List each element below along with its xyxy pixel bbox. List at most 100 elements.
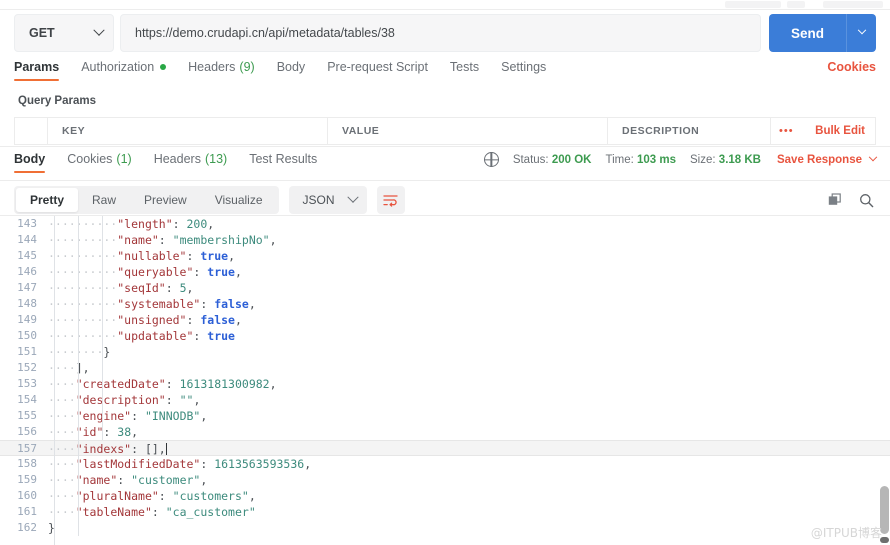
code-line: 155 ····"engine": "INNODB", bbox=[0, 408, 890, 424]
response-body-viewer[interactable]: 143 ··········"length": 200, 144 ··········… bbox=[0, 216, 890, 545]
code-line: 148 ··········"systemable": false, bbox=[0, 296, 890, 312]
request-url-text: https://demo.crudapi.cn/api/metadata/tab… bbox=[135, 26, 395, 40]
save-response-button[interactable]: Save Response bbox=[777, 152, 878, 166]
tab-params[interactable]: Params bbox=[14, 60, 60, 81]
json-token: "customer" bbox=[131, 473, 201, 487]
size-value: 3.18 KB bbox=[718, 153, 761, 166]
param-key-column-header: KEY bbox=[48, 118, 328, 144]
indent-whitespace: ···· bbox=[48, 489, 76, 503]
json-token: false bbox=[214, 297, 249, 311]
tab-tests[interactable]: Tests bbox=[450, 60, 479, 81]
word-wrap-button[interactable] bbox=[376, 186, 405, 214]
json-token: , bbox=[186, 281, 194, 295]
json-token: 5 bbox=[179, 281, 187, 295]
format-tab-pretty[interactable]: Pretty bbox=[16, 188, 79, 212]
request-url-input[interactable]: https://demo.crudapi.cn/api/metadata/tab… bbox=[120, 14, 761, 52]
line-number: 149 bbox=[17, 313, 37, 326]
line-number: 146 bbox=[17, 265, 37, 278]
tab-label: Authorization bbox=[81, 60, 155, 74]
text-cursor bbox=[165, 443, 167, 455]
indent-whitespace: ···· bbox=[48, 393, 76, 407]
format-tab-visualize[interactable]: Visualize bbox=[201, 188, 277, 212]
response-tab-body[interactable]: Body bbox=[14, 152, 46, 173]
line-content: ··········"unsigned": false, bbox=[46, 312, 890, 328]
request-url-row: GET https://demo.crudapi.cn/api/metadata… bbox=[14, 14, 876, 52]
json-token: "updatable" bbox=[117, 329, 194, 343]
param-select-all-cell[interactable] bbox=[15, 118, 48, 144]
search-button[interactable] bbox=[859, 193, 874, 208]
query-params-label: Query Params bbox=[18, 95, 96, 107]
response-language-select[interactable]: JSON bbox=[288, 186, 367, 214]
cookies-link[interactable]: Cookies bbox=[827, 60, 876, 74]
send-options-button[interactable] bbox=[846, 14, 876, 52]
json-token: : bbox=[186, 249, 201, 263]
format-tab-preview[interactable]: Preview bbox=[130, 188, 201, 212]
time-item: Time: 103 ms bbox=[605, 154, 676, 166]
search-icon bbox=[860, 193, 874, 207]
json-token: "queryable" bbox=[117, 265, 194, 279]
json-token: true bbox=[200, 249, 229, 263]
line-content: ··········"name": "membershipNo", bbox=[46, 232, 890, 248]
line-content: ····"indexs": [], bbox=[46, 441, 890, 456]
window-chrome-sliver bbox=[0, 0, 890, 9]
time-label: Time: bbox=[605, 153, 634, 166]
network-globe-icon bbox=[483, 152, 499, 167]
line-number: 153 bbox=[17, 377, 37, 390]
code-line: 159 ····"name": "customer", bbox=[0, 472, 890, 488]
tab-pre-request-script[interactable]: Pre-request Script bbox=[327, 60, 428, 81]
line-number: 145 bbox=[17, 249, 37, 262]
response-format-toolbar: Pretty Raw Preview Visualize JSON bbox=[14, 186, 876, 214]
size-item: Size: 3.18 KB bbox=[690, 154, 761, 166]
json-token: , bbox=[200, 473, 208, 487]
tab-headers[interactable]: Headers (9) bbox=[188, 60, 255, 81]
json-token: true bbox=[207, 329, 235, 343]
column-label: KEY bbox=[62, 125, 86, 137]
watermark: @ITPUB博客 bbox=[810, 526, 882, 540]
line-content: ····"pluralName": "customers", bbox=[46, 488, 890, 504]
copy-button[interactable] bbox=[828, 192, 843, 208]
more-options-icon[interactable]: ••• bbox=[779, 125, 794, 137]
tab-label: Settings bbox=[501, 60, 547, 74]
response-status-bar: Status: 200 OK Time: 103 ms Size: 3.18 K… bbox=[483, 152, 878, 167]
indent-guide bbox=[102, 216, 103, 440]
time-value: 103 ms bbox=[637, 153, 677, 166]
json-token: : bbox=[117, 473, 132, 487]
indent-whitespace: ···· bbox=[48, 457, 76, 471]
code-line: 162} bbox=[0, 520, 890, 536]
code-scrollbar-track[interactable] bbox=[878, 216, 890, 545]
line-content: ··········"nullable": true, bbox=[46, 248, 890, 264]
code-line: 147 ··········"seqId": 5, bbox=[0, 280, 890, 296]
json-token: , bbox=[131, 425, 139, 439]
size-label: Size: bbox=[690, 153, 716, 166]
json-token: 1613563593536 bbox=[214, 457, 305, 471]
tab-settings[interactable]: Settings bbox=[501, 60, 546, 81]
tab-authorization[interactable]: Authorization bbox=[81, 60, 167, 81]
code-line: 158 ····"lastModifiedDate": 1613563593536… bbox=[0, 456, 890, 472]
code-line: 152 ····], bbox=[0, 360, 890, 376]
chevron-down-icon bbox=[857, 25, 866, 35]
json-token: , bbox=[269, 233, 277, 247]
line-content: ····], bbox=[46, 360, 890, 376]
response-tab-headers[interactable]: Headers (13) bbox=[154, 152, 227, 173]
indent-whitespace: ·········· bbox=[48, 233, 118, 247]
http-method-select[interactable]: GET bbox=[14, 14, 114, 52]
bulk-edit-button[interactable]: Bulk Edit bbox=[815, 125, 865, 137]
chrome-placeholder-2 bbox=[787, 1, 805, 8]
response-tab-test-results[interactable]: Test Results bbox=[249, 152, 317, 173]
format-tab-raw[interactable]: Raw bbox=[78, 188, 130, 212]
status-label: Status: bbox=[512, 153, 549, 166]
response-tab-cookies[interactable]: Cookies (1) bbox=[67, 152, 131, 173]
code-line: 143 ··········"length": 200, bbox=[0, 216, 890, 232]
tab-label: Headers bbox=[188, 60, 236, 74]
code-line: 161 ····"tableName": "ca_customer" bbox=[0, 504, 890, 520]
json-token: "name" bbox=[117, 233, 159, 247]
json-token: : bbox=[186, 313, 201, 327]
line-number: 161 bbox=[17, 505, 37, 518]
response-divider bbox=[0, 180, 890, 181]
send-button[interactable]: Send bbox=[768, 14, 846, 52]
code-line: 146 ··········"queryable": true, bbox=[0, 264, 890, 280]
json-token: : bbox=[131, 442, 145, 456]
json-token: , bbox=[234, 313, 242, 327]
query-params-table-header: KEY VALUE DESCRIPTION ••• Bulk Edit bbox=[14, 117, 876, 145]
tab-body[interactable]: Body bbox=[277, 60, 306, 81]
